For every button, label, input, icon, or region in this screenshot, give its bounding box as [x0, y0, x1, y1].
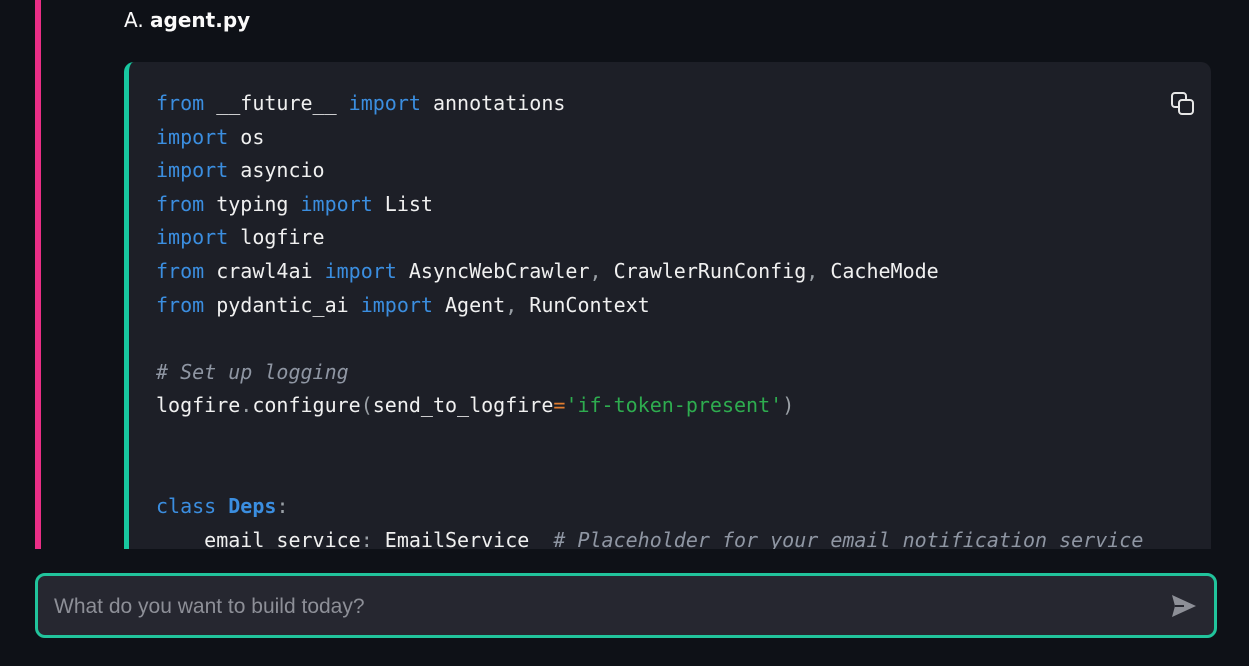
code-content: from __future__ import annotations import…	[156, 87, 1143, 549]
code-line: from __future__ import annotations	[156, 87, 1143, 121]
message-accent-bar	[35, 0, 41, 549]
code-token: from	[156, 292, 205, 317]
code-line: from crawl4ai import AsyncWebCrawler, Cr…	[156, 255, 1143, 289]
code-token: 'if-token-present'	[565, 393, 783, 418]
chat-page: A. agent.py from __future__ import annot…	[0, 0, 1249, 666]
code-token: os	[228, 124, 265, 149]
code-token: CacheMode	[818, 258, 939, 283]
code-line: import os	[156, 121, 1143, 155]
code-line: from pydantic_ai import Agent, RunContex…	[156, 289, 1143, 323]
code-token: AsyncWebCrawler	[396, 258, 590, 283]
code-token: # Placeholder for your email notificatio…	[553, 527, 1144, 549]
code-token: logfire	[228, 225, 325, 250]
code-token: from	[156, 191, 205, 216]
code-token: annotations	[420, 91, 566, 115]
heading-prefix: A.	[124, 8, 151, 32]
send-icon	[1172, 595, 1196, 617]
code-block: from __future__ import annotations import…	[124, 62, 1211, 549]
code-token: ,	[589, 258, 602, 283]
code-token: typing	[204, 191, 301, 216]
chat-input[interactable]	[52, 576, 1156, 637]
code-token: import	[348, 91, 421, 115]
code-line: logfire.configure(send_to_logfire='if-to…	[156, 389, 1143, 423]
code-token: )	[782, 393, 795, 418]
code-token: Agent	[432, 292, 506, 317]
code-token: .	[240, 393, 253, 418]
heading-filename: agent.py	[150, 8, 251, 32]
code-token: ,	[505, 292, 518, 317]
code-token: import	[156, 124, 229, 149]
copy-button[interactable]	[1169, 90, 1197, 118]
code-token: (	[360, 393, 373, 418]
code-token: crawl4ai	[204, 258, 325, 283]
code-token: :	[276, 494, 289, 519]
code-token: import	[360, 292, 433, 317]
code-token: class	[156, 494, 217, 519]
code-line: class Deps:	[156, 490, 1143, 524]
code-line: # Set up logging	[156, 356, 1143, 390]
copy-icon	[1171, 92, 1194, 115]
code-token: import	[156, 225, 229, 250]
code-token: import	[156, 158, 229, 183]
code-token: CrawlerRunConfig	[601, 258, 807, 283]
code-token: configure	[252, 393, 361, 418]
code-token: # Set up logging	[156, 359, 349, 384]
code-token: email_service	[156, 527, 361, 549]
code-line: import asyncio	[156, 154, 1143, 188]
code-token: pydantic_ai	[204, 292, 361, 317]
code-token: from	[156, 91, 205, 115]
code-line: email_service: EmailService # Placeholde…	[156, 524, 1143, 549]
code-token: asyncio	[228, 158, 325, 183]
code-token: send_to_logfire	[372, 393, 554, 418]
code-token: import	[300, 191, 373, 216]
code-token: from	[156, 258, 205, 283]
chat-input-container	[35, 573, 1217, 638]
send-button[interactable]	[1170, 592, 1198, 620]
code-token: import	[324, 258, 397, 283]
code-token: List	[372, 191, 433, 216]
code-line: from typing import List	[156, 188, 1143, 222]
code-token: RunContext	[517, 292, 650, 317]
code-token: logfire	[156, 393, 241, 418]
code-token: :	[360, 527, 373, 549]
code-token: =	[553, 393, 566, 418]
file-heading: A. agent.py	[124, 6, 250, 34]
code-token: Deps	[228, 494, 277, 519]
code-line: import logfire	[156, 221, 1143, 255]
code-token: ,	[806, 258, 819, 283]
code-token: EmailService	[372, 527, 554, 549]
code-token: __future__	[204, 91, 349, 115]
